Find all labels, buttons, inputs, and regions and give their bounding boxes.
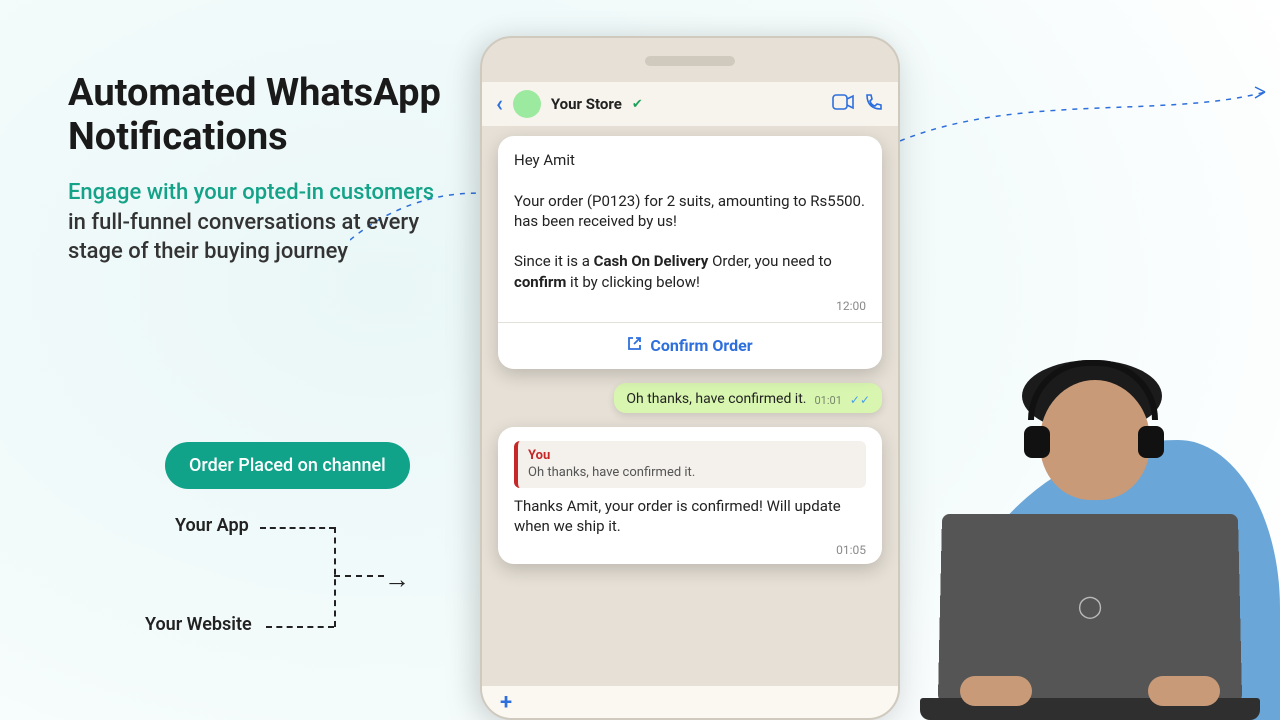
confirm-order-button[interactable]: Confirm Order bbox=[514, 323, 866, 363]
outgoing-reply-bubble: Oh thanks, have confirmed it. 01:01 ✓✓ bbox=[614, 383, 882, 413]
agent-photo: ◯ bbox=[860, 390, 1280, 720]
dashed-line bbox=[266, 626, 334, 628]
reply-timestamp: 01:01 bbox=[814, 394, 841, 407]
decor-curve-right bbox=[880, 80, 1280, 180]
channel-pill: Order Placed on channel bbox=[165, 442, 410, 489]
back-icon[interactable]: ‹ bbox=[496, 92, 503, 117]
laptop-logo-icon: ◯ bbox=[1078, 595, 1103, 620]
subhead-highlight: Engage with your opted-in customers bbox=[68, 180, 434, 205]
arrow-right-icon: → bbox=[384, 564, 410, 595]
quoted-reply: You Oh thanks, have confirmed it. bbox=[514, 441, 866, 488]
laptop: ◯ bbox=[938, 514, 1242, 703]
reply-text: Oh thanks, have confirmed it. bbox=[626, 391, 806, 407]
subheadline: Engage with your opted-in customers in f… bbox=[68, 178, 448, 267]
msg-body-2: Since it is a Cash On Delivery Order, yo… bbox=[514, 251, 866, 292]
branch-your-app: Your App bbox=[175, 515, 249, 536]
chat-body: Hey Amit Your order (P0123) for 2 suits,… bbox=[482, 126, 898, 718]
incoming-message-card: You Oh thanks, have confirmed it. Thanks… bbox=[498, 427, 882, 565]
subhead-rest: in full-funnel conversations at every st… bbox=[68, 210, 419, 265]
quote-text: Oh thanks, have confirmed it. bbox=[528, 464, 856, 482]
msg-timestamp: 12:00 bbox=[514, 298, 866, 314]
external-link-icon bbox=[627, 336, 642, 356]
incoming-message-card: Hey Amit Your order (P0123) for 2 suits,… bbox=[498, 136, 882, 369]
msg-timestamp: 01:05 bbox=[514, 542, 866, 558]
read-receipt-icon: ✓✓ bbox=[850, 393, 870, 407]
store-avatar[interactable] bbox=[513, 90, 541, 118]
dashed-line bbox=[260, 527, 335, 529]
msg-body-1: Your order (P0123) for 2 suits, amountin… bbox=[514, 191, 866, 232]
video-call-icon[interactable] bbox=[832, 94, 854, 115]
phone-speaker bbox=[645, 56, 735, 66]
branch-your-website: Your Website bbox=[145, 614, 252, 635]
verified-badge-icon: ✔ bbox=[632, 97, 643, 112]
store-name[interactable]: Your Store bbox=[551, 95, 622, 113]
msg-body: Thanks Amit, your order is confirmed! Wi… bbox=[514, 496, 866, 537]
voice-call-icon[interactable] bbox=[864, 92, 884, 117]
headset-icon bbox=[1028, 360, 1158, 420]
dashed-line bbox=[334, 575, 384, 577]
headline: Automated WhatsApp Notifications bbox=[68, 72, 488, 159]
msg-greeting: Hey Amit bbox=[514, 150, 866, 170]
quote-author: You bbox=[528, 447, 856, 465]
attach-plus-icon[interactable]: + bbox=[500, 690, 512, 715]
phone-mock: ‹ Your Store ✔ Hey Amit Your order (P012… bbox=[480, 36, 900, 720]
dashed-line bbox=[334, 527, 336, 627]
confirm-order-label: Confirm Order bbox=[650, 335, 752, 357]
composer-bar: + bbox=[482, 686, 898, 718]
chat-header: ‹ Your Store ✔ bbox=[482, 82, 898, 126]
